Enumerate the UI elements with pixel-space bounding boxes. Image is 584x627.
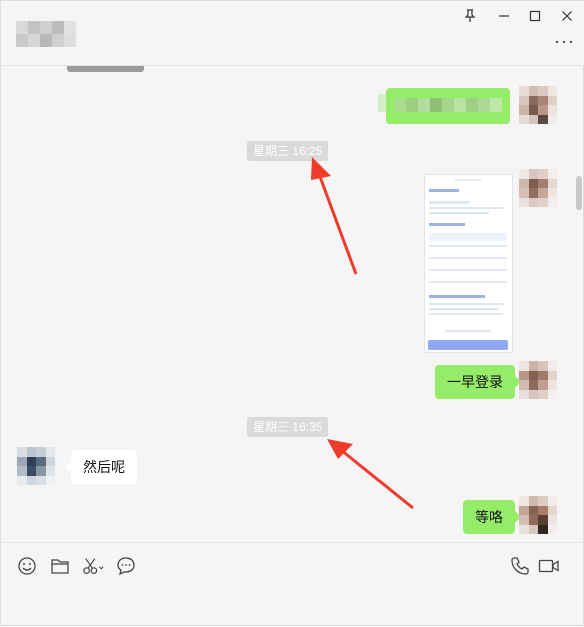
chat-header: ··· (1, 1, 584, 66)
folder-icon[interactable] (49, 555, 71, 577)
maximize-icon[interactable] (524, 7, 546, 25)
contact-avatar[interactable] (17, 447, 55, 485)
blurred-fragment (378, 94, 386, 112)
my-avatar[interactable] (519, 86, 557, 124)
timestamp: 星期三 16:35 (247, 417, 329, 437)
partial-image-message[interactable] (67, 66, 144, 72)
video-icon[interactable] (538, 555, 560, 577)
my-avatar[interactable] (519, 361, 557, 399)
minimize-icon[interactable] (493, 7, 515, 25)
blurred-message-bubble[interactable] (386, 88, 510, 124)
emoji-icon[interactable] (16, 555, 38, 577)
chat-bubble-icon[interactable] (115, 555, 137, 577)
phone-icon[interactable] (509, 555, 531, 577)
timestamp: 星期三 16:25 (247, 141, 329, 161)
more-options-button[interactable]: ··· (554, 31, 575, 52)
pin-icon[interactable] (459, 7, 481, 25)
my-avatar[interactable] (519, 169, 557, 207)
contact-name-blurred[interactable] (16, 21, 76, 47)
chat-window: ··· 星期三 16:25 一早登录 星期三 16:35 然后呢 等咯 (0, 0, 584, 626)
message-list[interactable]: 星期三 16:25 一早登录 星期三 16:35 然后呢 等咯 (1, 66, 584, 542)
close-icon[interactable] (556, 7, 578, 25)
input-toolbar (1, 542, 584, 587)
my-avatar[interactable] (519, 496, 557, 534)
scrollbar-thumb[interactable] (576, 176, 582, 210)
image-message-screenshot[interactable] (424, 174, 513, 353)
message-bubble-sent[interactable]: 一早登录 (435, 365, 521, 399)
message-input[interactable] (1, 586, 584, 627)
scissors-icon[interactable] (82, 555, 104, 577)
message-bubble-received[interactable]: 然后呢 (65, 450, 137, 484)
message-bubble-sent[interactable]: 等咯 (463, 500, 521, 534)
